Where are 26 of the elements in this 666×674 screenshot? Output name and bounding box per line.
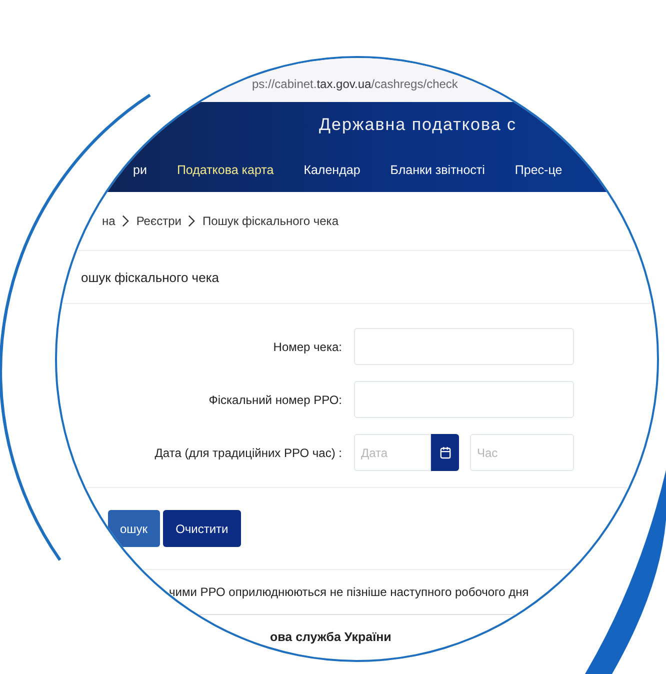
breadcrumb-link[interactable]: на <box>102 214 116 228</box>
breadcrumb-current: Пошук фіскального чека <box>202 214 338 228</box>
nav-link[interactable]: Прес-це <box>514 162 562 176</box>
chevron-right-icon <box>188 215 196 227</box>
input-field[interactable] <box>354 381 574 418</box>
nav-link[interactable]: ри <box>133 162 147 176</box>
site-title: Державна податкова с <box>319 114 517 134</box>
page-title: ошук фіскального чека <box>81 270 220 284</box>
field-label: Номер чека: <box>272 340 343 354</box>
footer-text: ова служба України <box>270 630 392 644</box>
search-button[interactable]: ошук <box>108 510 160 547</box>
nav-link[interactable]: Бланки звітності <box>390 162 485 176</box>
address-url[interactable]: ps://cabinet.tax.gov.ua/cashregs/check <box>252 77 458 91</box>
chevron-right-icon <box>122 215 130 227</box>
calendar-icon <box>440 446 450 459</box>
clear-button[interactable]: Очистити <box>162 510 242 547</box>
time-field[interactable]: Час <box>470 434 574 471</box>
calendar-button[interactable] <box>431 434 459 471</box>
breadcrumb-link[interactable]: Реєстри <box>136 214 182 228</box>
notice-text: чими РРО оприлюднюються не пізніше наступного робочого дня <box>169 585 529 599</box>
input-field[interactable] <box>354 328 574 365</box>
nav-link[interactable]: Податкова карта <box>176 162 274 176</box>
nav-link[interactable]: Календар <box>304 162 360 176</box>
field-label: Фіскальний номер РРО: <box>208 392 343 406</box>
date-field[interactable]: Дата <box>354 434 431 471</box>
field-label: Дата (для традиційних РРО час) : <box>154 446 343 460</box>
